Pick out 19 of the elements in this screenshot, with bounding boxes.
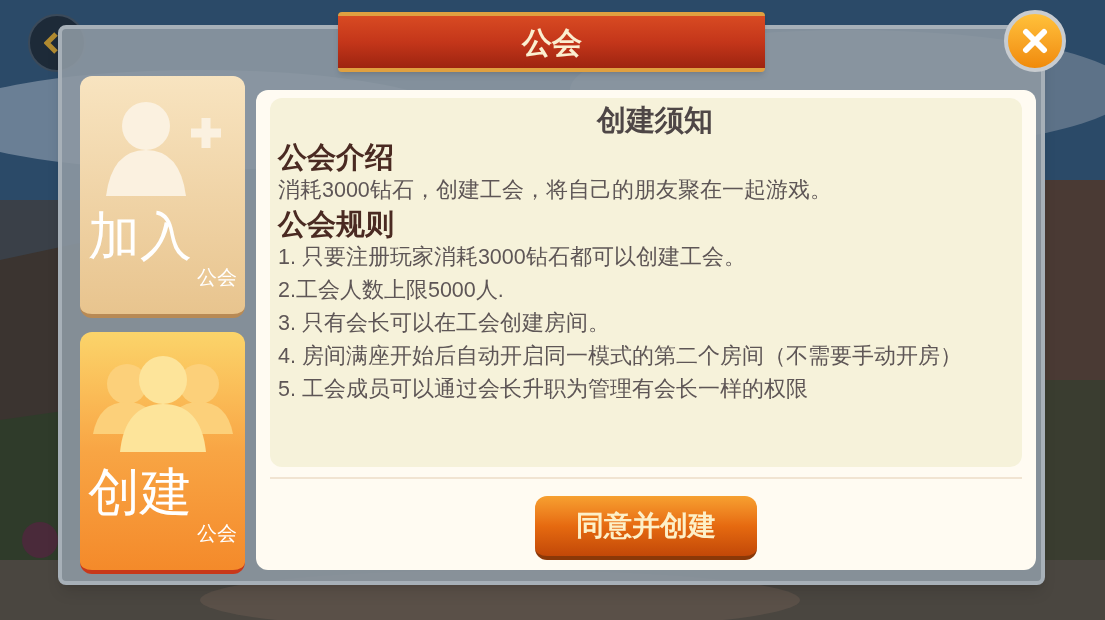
guild-tab[interactable]: 创建 公会 (80, 332, 245, 574)
tab-label: 创建 (88, 462, 192, 522)
agree-create-button[interactable]: 同意并创建 (535, 496, 757, 560)
tab-label: 加入 (88, 206, 192, 266)
notice-heading: 创建须知 (597, 103, 713, 138)
section-heading: 公会规则 (278, 207, 394, 241)
notice-text: 1. 只要注册玩家消耗3000钻石都可以创建工会。 (278, 244, 746, 271)
tab-sublabel: 公会 (197, 266, 237, 288)
guild-tab[interactable]: 加入 公会 (80, 76, 245, 318)
notice-text: 4. 房间满座开始后自动开启同一模式的第二个房间（不需要手动开房） (278, 343, 962, 370)
notice-text: 3. 只有会长可以在工会创建房间。 (278, 310, 610, 337)
close-icon (1022, 28, 1048, 54)
notice-text: 消耗3000钻石，创建工会，将自己的朋友聚在一起游戏。 (278, 177, 832, 204)
tab-sublabel: 公会 (197, 522, 237, 544)
notice-text: 5. 工会成员可以通过会长升职为管理有会长一样的权限 (278, 376, 808, 403)
section-heading: 公会介绍 (278, 140, 394, 174)
group-icon (92, 354, 233, 454)
notice-text: 2.工会人数上限5000人. (278, 277, 504, 304)
dialog-title: 公会 (521, 24, 582, 61)
